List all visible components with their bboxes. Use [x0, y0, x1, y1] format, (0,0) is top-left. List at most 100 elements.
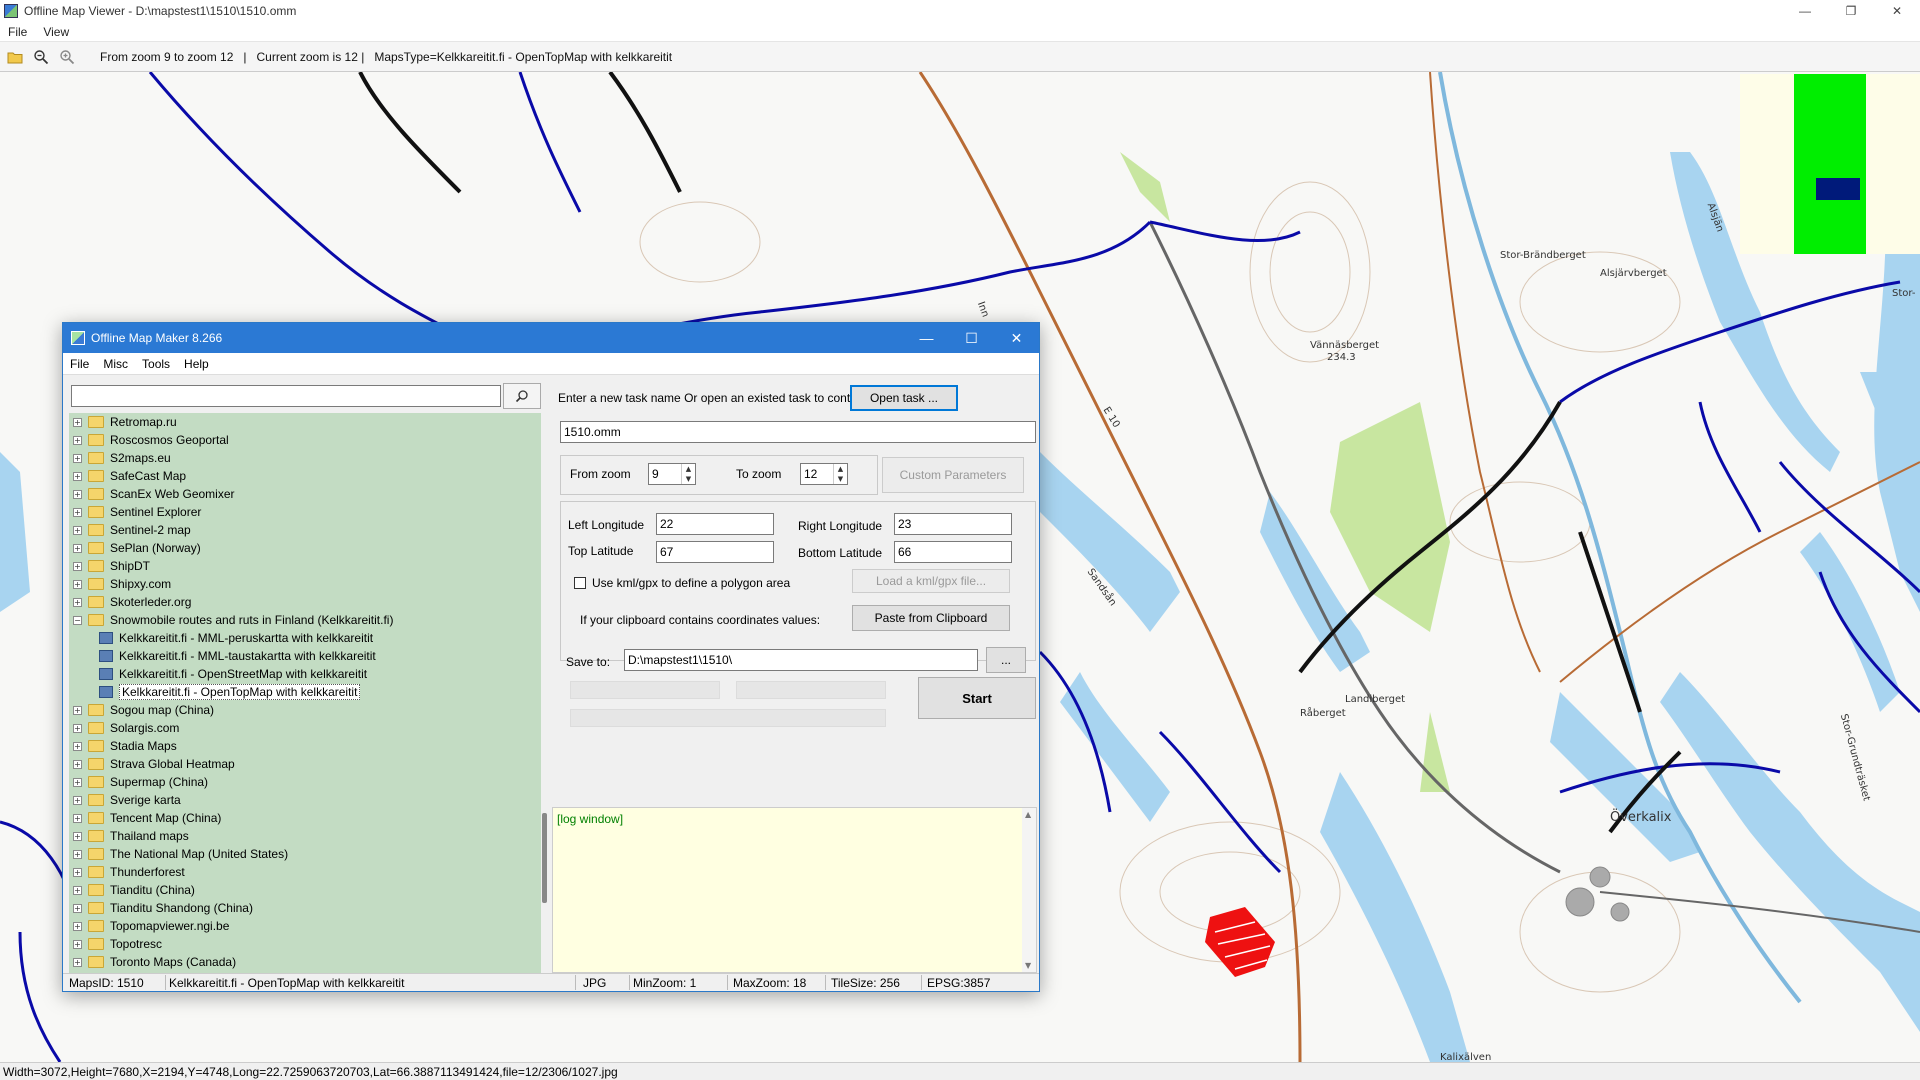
- search-button[interactable]: [503, 383, 541, 409]
- tree-folder-item[interactable]: + Tencent Map (China): [69, 809, 221, 827]
- use-kml-checkbox[interactable]: [574, 577, 586, 589]
- tree-folder-item[interactable]: + Strava Global Heatmap: [69, 755, 235, 773]
- from-zoom-stepper[interactable]: 9 ▲ ▼: [648, 463, 696, 485]
- expand-icon[interactable]: +: [73, 939, 82, 949]
- expand-icon[interactable]: +: [73, 741, 82, 751]
- custom-parameters-button[interactable]: Custom Parameters: [882, 457, 1024, 493]
- minimize-icon[interactable]: —: [904, 323, 949, 353]
- open-task-button[interactable]: Open task ...: [850, 385, 958, 411]
- map-search-input[interactable]: [71, 385, 501, 407]
- menu-help[interactable]: Help: [177, 357, 216, 371]
- expand-icon[interactable]: +: [73, 867, 82, 877]
- load-kml-button[interactable]: Load a kml/gpx file...: [852, 569, 1010, 593]
- expand-icon[interactable]: +: [73, 597, 82, 607]
- expand-icon[interactable]: +: [73, 831, 82, 841]
- tree-folder-item[interactable]: + Roscosmos Geoportal: [69, 431, 229, 449]
- expand-icon[interactable]: +: [73, 759, 82, 769]
- tree-folder-item[interactable]: + ShipDT: [69, 557, 150, 575]
- expand-icon[interactable]: +: [73, 579, 82, 589]
- collapse-icon[interactable]: −: [73, 615, 82, 625]
- minimap-viewport[interactable]: [1816, 178, 1860, 200]
- expand-icon[interactable]: +: [73, 489, 82, 499]
- menu-misc[interactable]: Misc: [96, 357, 135, 371]
- tree-folder-item[interactable]: + Tianditu Shandong (China): [69, 899, 253, 917]
- restore-icon[interactable]: ❐: [1828, 0, 1874, 22]
- tree-folder-item[interactable]: + Topotresc: [69, 935, 162, 953]
- tree-folder-item[interactable]: + Toronto Maps (Canada): [69, 953, 236, 971]
- zoom-in-icon[interactable]: [56, 46, 78, 68]
- expand-icon[interactable]: +: [73, 435, 82, 445]
- zoom-out-icon[interactable]: [30, 46, 52, 68]
- tree-folder-item[interactable]: + SePlan (Norway): [69, 539, 201, 557]
- log-scrollbar[interactable]: ▲ ▼: [1022, 808, 1036, 972]
- tree-map-item[interactable]: Kelkkareitit.fi - OpenStreetMap with kel…: [69, 665, 367, 683]
- tree-folder-item[interactable]: + Tianditu (China): [69, 881, 195, 899]
- expand-icon[interactable]: +: [73, 885, 82, 895]
- tree-folder-item[interactable]: + Thailand maps: [69, 827, 189, 845]
- tree-folder-item[interactable]: + Supermap (China): [69, 773, 208, 791]
- expand-icon[interactable]: +: [73, 453, 82, 463]
- tree-scrollbar[interactable]: [541, 413, 549, 973]
- expand-icon[interactable]: +: [73, 921, 82, 931]
- menu-file[interactable]: File: [63, 357, 96, 371]
- open-folder-icon[interactable]: [4, 46, 26, 68]
- tree-folder-item[interactable]: + Thunderforest: [69, 863, 185, 881]
- tree-folder-item[interactable]: + Sogou map (China): [69, 701, 214, 719]
- tree-folder-item[interactable]: − Snowmobile routes and ruts in Finland (…: [69, 611, 393, 629]
- expand-icon[interactable]: +: [73, 471, 82, 481]
- scroll-up-icon[interactable]: ▲: [1025, 810, 1031, 819]
- menu-tools[interactable]: Tools: [135, 357, 177, 371]
- tree-folder-item[interactable]: + Retromap.ru: [69, 413, 177, 431]
- tree-folder-item[interactable]: + Stadia Maps: [69, 737, 177, 755]
- dialog-titlebar[interactable]: Offline Map Maker 8.266 — ☐ ✕: [63, 323, 1039, 353]
- minimize-icon[interactable]: —: [1782, 0, 1828, 22]
- expand-icon[interactable]: +: [73, 543, 82, 553]
- tree-folder-item[interactable]: + Sverige karta: [69, 791, 181, 809]
- expand-icon[interactable]: +: [73, 561, 82, 571]
- tree-folder-item[interactable]: + SafeCast Map: [69, 467, 186, 485]
- top-latitude-input[interactable]: 67: [656, 541, 774, 563]
- tree-folder-item[interactable]: + Sentinel-2 map: [69, 521, 191, 539]
- left-longitude-input[interactable]: 22: [656, 513, 774, 535]
- scrollbar-thumb[interactable]: [542, 813, 547, 903]
- expand-icon[interactable]: +: [73, 903, 82, 913]
- close-icon[interactable]: ✕: [994, 323, 1039, 353]
- tree-folder-item[interactable]: + ScanEx Web Geomixer: [69, 485, 235, 503]
- expand-icon[interactable]: +: [73, 957, 82, 967]
- scroll-down-icon[interactable]: ▼: [1025, 961, 1031, 970]
- close-icon[interactable]: ✕: [1874, 0, 1920, 22]
- browse-button[interactable]: ...: [986, 647, 1026, 673]
- expand-icon[interactable]: +: [73, 417, 82, 427]
- expand-icon[interactable]: +: [73, 525, 82, 535]
- map-source-tree[interactable]: + Retromap.ru + Roscosmos Geoportal + S2maps.…: [69, 413, 543, 973]
- expand-icon[interactable]: +: [73, 723, 82, 733]
- menu-view[interactable]: View: [35, 25, 77, 39]
- tree-map-item[interactable]: Kelkkareitit.fi - MML-peruskartta with k…: [69, 629, 373, 647]
- to-zoom-stepper[interactable]: 12 ▲ ▼: [800, 463, 848, 485]
- expand-icon[interactable]: +: [73, 777, 82, 787]
- tree-folder-item[interactable]: + Shipxy.com: [69, 575, 171, 593]
- expand-icon[interactable]: +: [73, 507, 82, 517]
- menu-file[interactable]: File: [0, 25, 35, 39]
- maximize-icon[interactable]: ☐: [949, 323, 994, 353]
- right-longitude-input[interactable]: 23: [894, 513, 1012, 535]
- stepper-arrows-icon[interactable]: ▲ ▼: [681, 464, 695, 484]
- task-name-input[interactable]: 1510.omm: [560, 421, 1036, 443]
- tree-folder-item[interactable]: + Topomapviewer.ngi.be: [69, 917, 229, 935]
- paste-clipboard-button[interactable]: Paste from Clipboard: [852, 605, 1010, 631]
- overview-minimap[interactable]: [1740, 74, 1920, 254]
- tree-folder-item[interactable]: + Sentinel Explorer: [69, 503, 201, 521]
- start-button[interactable]: Start: [918, 677, 1036, 719]
- expand-icon[interactable]: +: [73, 813, 82, 823]
- expand-icon[interactable]: +: [73, 795, 82, 805]
- tree-folder-item[interactable]: + The National Map (United States): [69, 845, 288, 863]
- tree-map-item[interactable]: Kelkkareitit.fi - OpenTopMap with kelkka…: [69, 683, 361, 701]
- log-window[interactable]: [log window] ▲ ▼: [552, 807, 1037, 973]
- tree-folder-item[interactable]: + S2maps.eu: [69, 449, 171, 467]
- save-path-input[interactable]: D:\mapstest1\1510\: [624, 649, 978, 671]
- bottom-latitude-input[interactable]: 66: [894, 541, 1012, 563]
- expand-icon[interactable]: +: [73, 849, 82, 859]
- stepper-arrows-icon[interactable]: ▲ ▼: [833, 464, 847, 484]
- tree-folder-item[interactable]: + Solargis.com: [69, 719, 179, 737]
- tree-map-item[interactable]: Kelkkareitit.fi - MML-taustakartta with …: [69, 647, 376, 665]
